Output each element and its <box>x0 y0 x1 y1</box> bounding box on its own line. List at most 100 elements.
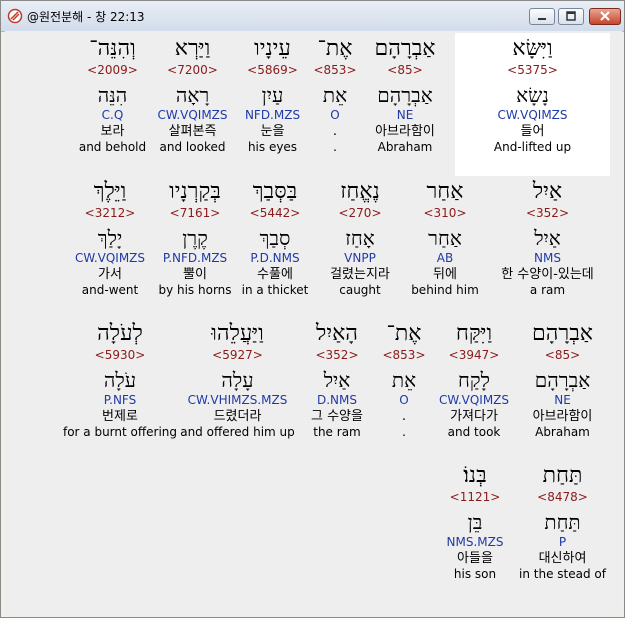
korean-gloss: 수풀에 <box>257 267 293 282</box>
hebrew-word: אַחַר <box>426 179 464 204</box>
korean-gloss: 뿔이 <box>183 267 207 282</box>
lemma: רָאָה <box>175 83 210 107</box>
strong-number: <352> <box>525 206 569 220</box>
hebrew-word: בְּקַרְנָיו <box>169 179 221 204</box>
title-bar[interactable]: @원전분해 - 창 22:13 <box>1 1 624 32</box>
strong-number: <5442> <box>249 206 301 220</box>
strong-number: <3947> <box>448 348 500 362</box>
english-gloss: behind him <box>411 283 479 297</box>
strong-number: <3212> <box>84 206 136 220</box>
korean-gloss: 그 수양을 <box>311 409 363 424</box>
hebrew-word: וַיִּקַּח <box>455 321 493 346</box>
english-gloss: Abraham <box>535 425 590 439</box>
interlinear-view[interactable]: וַיִּשָּׂא <5375> נָשָׂא CW.VQIMZS 들어 An… <box>5 31 622 615</box>
word-cell[interactable]: הָאַיִל <352> אַיִל D.NMS 그 수양을 the ram <box>297 321 377 440</box>
parsing-code: NE <box>396 108 414 122</box>
maximize-button[interactable] <box>558 8 584 25</box>
word-cell[interactable]: אַחַר <310> אַחַר AB 뒤에 behind him <box>405 179 485 298</box>
strong-number: <5375> <box>507 63 558 77</box>
word-cell[interactable]: בַּסְּבַךְ <5442> סְבַךְ P.D.NMS 수풀에 in … <box>235 179 315 298</box>
lemma: אַבְרָהָם <box>377 83 433 107</box>
parsing-code: NE <box>554 393 571 407</box>
english-gloss: in a thicket <box>241 283 309 297</box>
english-gloss: by his horns <box>158 283 232 297</box>
word-cell[interactable]: וְהִנֵּה־ <2009> הִנֵּה C.Q 보라 and behol… <box>75 33 150 155</box>
word-cell[interactable]: אֶת־ <853> אֵת O . . <box>375 321 433 440</box>
english-gloss: caught <box>339 283 381 297</box>
lemma: נָשָׂא <box>516 83 549 107</box>
parsing-code: P <box>558 535 567 549</box>
close-button[interactable] <box>589 8 621 25</box>
english-gloss: . <box>402 425 406 439</box>
parsing-code: NMS.MZS <box>446 535 504 549</box>
hebrew-word: לְעֹלָה <box>97 321 143 346</box>
strong-number: <310> <box>423 206 467 220</box>
word-cell[interactable]: בְּקַרְנָיו <7161> קֶרֶן P.NFD.MZS 뿔이 by… <box>155 179 235 298</box>
parsing-code: P.D.NMS <box>250 251 300 265</box>
hebrew-word: וַיֵּלֶךְ <box>93 179 127 204</box>
korean-gloss: 아들을 <box>457 551 493 566</box>
lemma: בֵּן <box>467 510 483 534</box>
korean-gloss: 살펴본즉 <box>168 124 217 139</box>
parsing-code: CW.VQIMZS <box>74 251 146 265</box>
korean-gloss: 아브라함이 <box>375 124 435 139</box>
english-gloss: and-went <box>81 283 139 297</box>
window-title: @원전분해 - 창 22:13 <box>27 10 145 24</box>
english-gloss: and offered him up <box>180 425 295 439</box>
english-gloss: Abraham <box>377 140 433 154</box>
lemma: לָקַח <box>458 368 490 392</box>
word-cell[interactable]: תַּחַת <8478> תַּחַת P 대신하여 in the stead… <box>515 463 610 582</box>
hebrew-word: וַיִּשָּׂא <box>512 36 553 61</box>
korean-gloss: 눈을 <box>260 124 285 139</box>
hebrew-word: הָאַיִל <box>316 321 358 346</box>
korean-gloss: 드렸더라 <box>213 409 262 424</box>
english-gloss: and looked <box>159 140 226 154</box>
word-cell[interactable]: וַיִּקַּח <3947> לָקַח CW.VQIMZS 가져다가 an… <box>433 321 515 440</box>
strong-number: <2009> <box>87 63 138 77</box>
korean-gloss: 뒤에 <box>433 267 457 282</box>
lemma: עָלָה <box>221 368 254 392</box>
app-icon <box>7 8 23 24</box>
lemma: אַיִל <box>323 368 351 392</box>
minimize-button[interactable] <box>529 8 555 25</box>
strong-number: <85> <box>544 348 581 362</box>
word-cell[interactable]: עֵינָיו <5869> עַיִן NFD.MZS 눈을 his eyes <box>230 33 315 155</box>
english-gloss: his son <box>453 567 497 581</box>
app-window: @원전분해 - 창 22:13 וַיִּשָּׂא <5375> נָשָׂא… <box>0 0 625 618</box>
parsing-code: O <box>399 393 409 407</box>
hebrew-word: אַבְרָהָם <box>374 36 436 61</box>
word-cell[interactable]: וַיֵּלֶךְ <3212> יָלַךְ CW.VQIMZS 가서 and… <box>65 179 155 298</box>
lemma: הִנֵּה <box>97 83 128 107</box>
hebrew-word: בְּנוֹ׃ <box>463 463 487 488</box>
english-gloss: And-lifted up <box>493 140 572 154</box>
word-cell[interactable]: וַיִּשָּׂא <5375> נָשָׂא CW.VQIMZS 들어 An… <box>455 33 610 176</box>
word-cell[interactable]: נֶאֱחַז <270> אָחַז VNPP 걸렸는지라 caught <box>315 179 405 298</box>
strong-number: <270> <box>338 206 382 220</box>
word-cell[interactable]: אַיִל <352> אַיִל NMS 한 수양이-있는데 a ram <box>485 179 610 298</box>
lemma: אַבְרָהָם <box>534 368 591 392</box>
strong-number: <7200> <box>167 63 218 77</box>
korean-gloss: . <box>401 409 407 424</box>
lemma: אָחַז <box>345 226 375 250</box>
hebrew-word: אַיִל <box>532 179 563 204</box>
korean-gloss: 가져다가 <box>450 409 498 424</box>
english-gloss: in the stead of <box>519 567 606 581</box>
word-cell[interactable]: בְּנוֹ׃ <1121> בֵּן NMS.MZS 아들을 his son <box>435 463 515 582</box>
word-cell[interactable]: לְעֹלָה <5930> עֹלָה P.NFS 번제로 for a bur… <box>60 321 180 440</box>
word-cell[interactable]: אַבְרָהָם <85> אַבְרָהָם NE 아브라함이 Abraha… <box>360 33 450 155</box>
lemma: תַּחַת <box>544 510 581 534</box>
korean-gloss: 들어 <box>520 124 545 139</box>
word-cell[interactable]: אַבְרָהָם <85> אַבְרָהָם NE 아브라함이 Abraha… <box>515 321 610 440</box>
korean-gloss: 번제로 <box>102 409 138 424</box>
english-gloss: his eyes <box>247 140 298 154</box>
hebrew-word: נֶאֱחַז <box>340 179 380 204</box>
korean-gloss: 걸렸는지라 <box>330 267 390 282</box>
lemma: עַיִן <box>261 83 284 107</box>
strong-number: <7161> <box>169 206 221 220</box>
strong-number: <5869> <box>247 63 298 77</box>
word-cell[interactable]: וַיַּעֲלֵהוּ <5927> עָלָה CW.VHIMZS.MZS … <box>175 321 300 440</box>
korean-gloss: 한 수양이-있는데 <box>501 267 594 282</box>
word-cell[interactable]: וַיַּרְא <7200> רָאָה CW.VQIMZS 살펴본즉 and… <box>150 33 235 155</box>
strong-number: <5927> <box>212 348 263 362</box>
hebrew-word: וְהִנֵּה־ <box>89 36 136 61</box>
